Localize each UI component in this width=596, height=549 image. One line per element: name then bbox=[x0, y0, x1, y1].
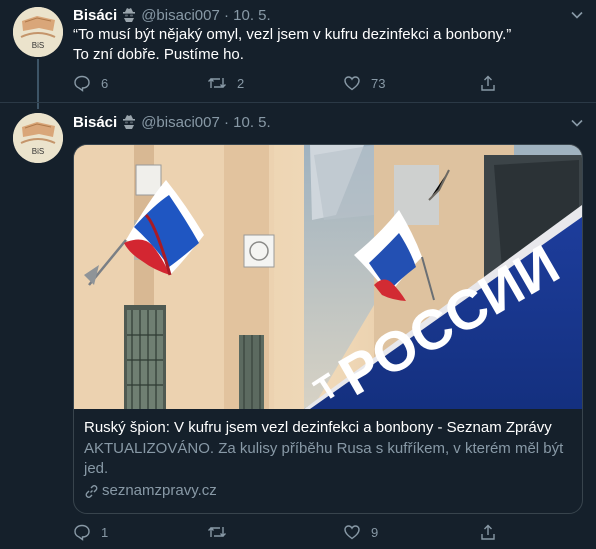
share-button[interactable] bbox=[479, 74, 497, 92]
like-icon bbox=[343, 74, 361, 92]
card-domain[interactable]: seznamzpravy.cz bbox=[84, 481, 574, 501]
avatar[interactable]: BiS bbox=[13, 113, 63, 163]
reply-button[interactable]: 1 bbox=[73, 523, 108, 541]
handle[interactable]: @bisaci007 bbox=[141, 7, 220, 24]
share-icon bbox=[479, 74, 497, 92]
like-button[interactable]: 73 bbox=[343, 74, 385, 92]
card-title[interactable]: Ruský špion: V kufru jsem vezl dezinfekc… bbox=[84, 418, 574, 438]
reply-icon bbox=[73, 523, 91, 541]
like-icon bbox=[343, 523, 361, 541]
tweet[interactable]: BiS Bisáci @bisaci007 · 10. 5. “To musí b… bbox=[0, 0, 596, 109]
spy-emoji-icon bbox=[121, 114, 137, 136]
reply-count: 1 bbox=[101, 524, 109, 540]
article-image: Т РОССИИ bbox=[74, 145, 582, 409]
card-domain-text: seznamzpravy.cz bbox=[102, 482, 217, 499]
svg-text:BiS: BiS bbox=[32, 147, 44, 156]
reply-button[interactable]: 6 bbox=[73, 74, 108, 92]
tweet-text-line: “To musí být nějaký omyl, vezl jsem v ku… bbox=[73, 26, 512, 43]
chevron-down-icon[interactable] bbox=[570, 116, 584, 135]
avatar[interactable]: BiS bbox=[13, 7, 63, 57]
like-count: 9 bbox=[371, 524, 379, 540]
retweet-icon bbox=[207, 523, 227, 541]
retweet-button[interactable] bbox=[207, 523, 237, 541]
tweet-header: Bisáci @bisaci007 · 10. 5. bbox=[73, 113, 271, 136]
display-name[interactable]: Bisáci bbox=[73, 114, 117, 131]
tweet-text: “To musí být nějaký omyl, vezl jsem v ku… bbox=[73, 25, 583, 65]
reply-icon bbox=[73, 74, 91, 92]
like-button[interactable]: 9 bbox=[343, 523, 378, 541]
retweet-button[interactable]: 2 bbox=[207, 74, 244, 92]
retweet-count: 2 bbox=[237, 75, 245, 91]
svg-text:BiS: BiS bbox=[32, 41, 44, 50]
handle[interactable]: @bisaci007 bbox=[141, 114, 220, 131]
timestamp[interactable]: · 10. 5. bbox=[224, 7, 271, 24]
tweet-text-line: To zní dobře. Pustíme ho. bbox=[73, 46, 244, 63]
share-button[interactable] bbox=[479, 523, 497, 541]
timestamp[interactable]: · 10. 5. bbox=[224, 114, 271, 131]
link-icon bbox=[85, 484, 98, 498]
retweet-icon bbox=[207, 74, 227, 92]
link-card[interactable]: Т РОССИИ Ruský špion: V kufru jsem vezl … bbox=[73, 144, 583, 514]
like-count: 73 bbox=[371, 75, 386, 91]
card-body: Ruský špion: V kufru jsem vezl dezinfekc… bbox=[84, 418, 574, 501]
tweet-actions: 6 2 73 bbox=[73, 74, 513, 96]
tweet-actions: 1 9 bbox=[73, 523, 513, 545]
reply-count: 6 bbox=[101, 75, 109, 91]
share-icon bbox=[479, 523, 497, 541]
tweet[interactable]: BiS Bisáci @bisaci007 · 10. 5. Т РОССИИ … bbox=[0, 103, 596, 549]
card-description: AKTUALIZOVÁNO. Za kulisy příběhu Rusa s … bbox=[84, 440, 564, 477]
display-name[interactable]: Bisáci bbox=[73, 7, 117, 24]
